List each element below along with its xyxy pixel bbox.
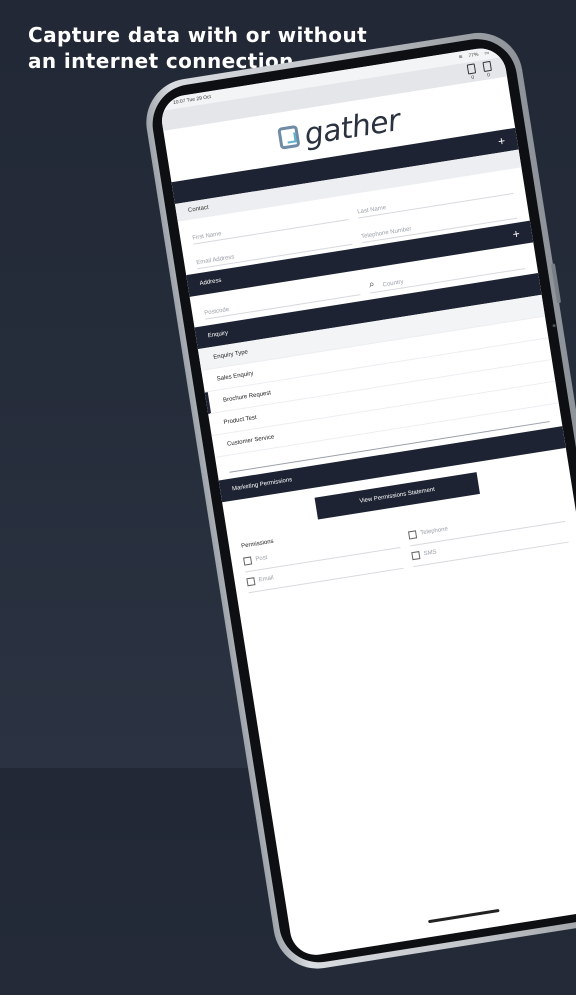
battery-label: 77% [468, 51, 479, 60]
country-placeholder: Country [382, 279, 405, 289]
post-label: Post [255, 554, 268, 563]
marketing-label: Marketing Permissions [231, 477, 293, 493]
contact-label: Contact [187, 204, 210, 214]
home-indicator [428, 908, 500, 924]
checkbox-icon[interactable] [246, 577, 256, 587]
status-time: 10:07 [172, 98, 186, 106]
list-item-label: Brochure Request [222, 389, 272, 404]
enquiry-type-label: Enquiry Type [212, 348, 249, 361]
address-label: Address [199, 277, 222, 288]
upload-document-icon [482, 60, 492, 73]
checkbox-icon[interactable] [411, 551, 421, 561]
battery-icon: ▭ [483, 50, 490, 57]
gather-logo-icon [277, 124, 301, 150]
status-date: Tue 29 Oct [186, 94, 212, 104]
document-icon [466, 63, 477, 75]
email-label: Email [258, 575, 275, 584]
headline-line-1: Capture data with or without [28, 23, 368, 47]
brand-wordmark: gather [301, 102, 403, 153]
wifi-icon: ≋ [458, 54, 464, 61]
list-item-label: Customer Service [226, 433, 275, 448]
add-plus-icon[interactable]: + [497, 134, 506, 149]
list-item-label: Product Test [223, 414, 257, 426]
enquiry-label: Enquiry [207, 330, 229, 340]
draft-count: 0 [470, 74, 475, 82]
list-item-label: Sales Enquiry [216, 370, 254, 383]
search-icon[interactable]: ⌕ [368, 279, 375, 291]
telephone-label: Telephone [420, 526, 449, 537]
draft-counter[interactable]: 0 [466, 63, 478, 82]
upload-count: 0 [486, 72, 491, 79]
checkbox-icon[interactable] [243, 556, 253, 566]
address-plus-icon[interactable]: + [512, 226, 521, 241]
checkbox-icon[interactable] [408, 530, 418, 540]
sms-label: SMS [423, 549, 438, 558]
tablet-device: 10:07 Tue 29 Oct ≋ 77% ▭ 0 0 gather + Co… [140, 8, 576, 995]
